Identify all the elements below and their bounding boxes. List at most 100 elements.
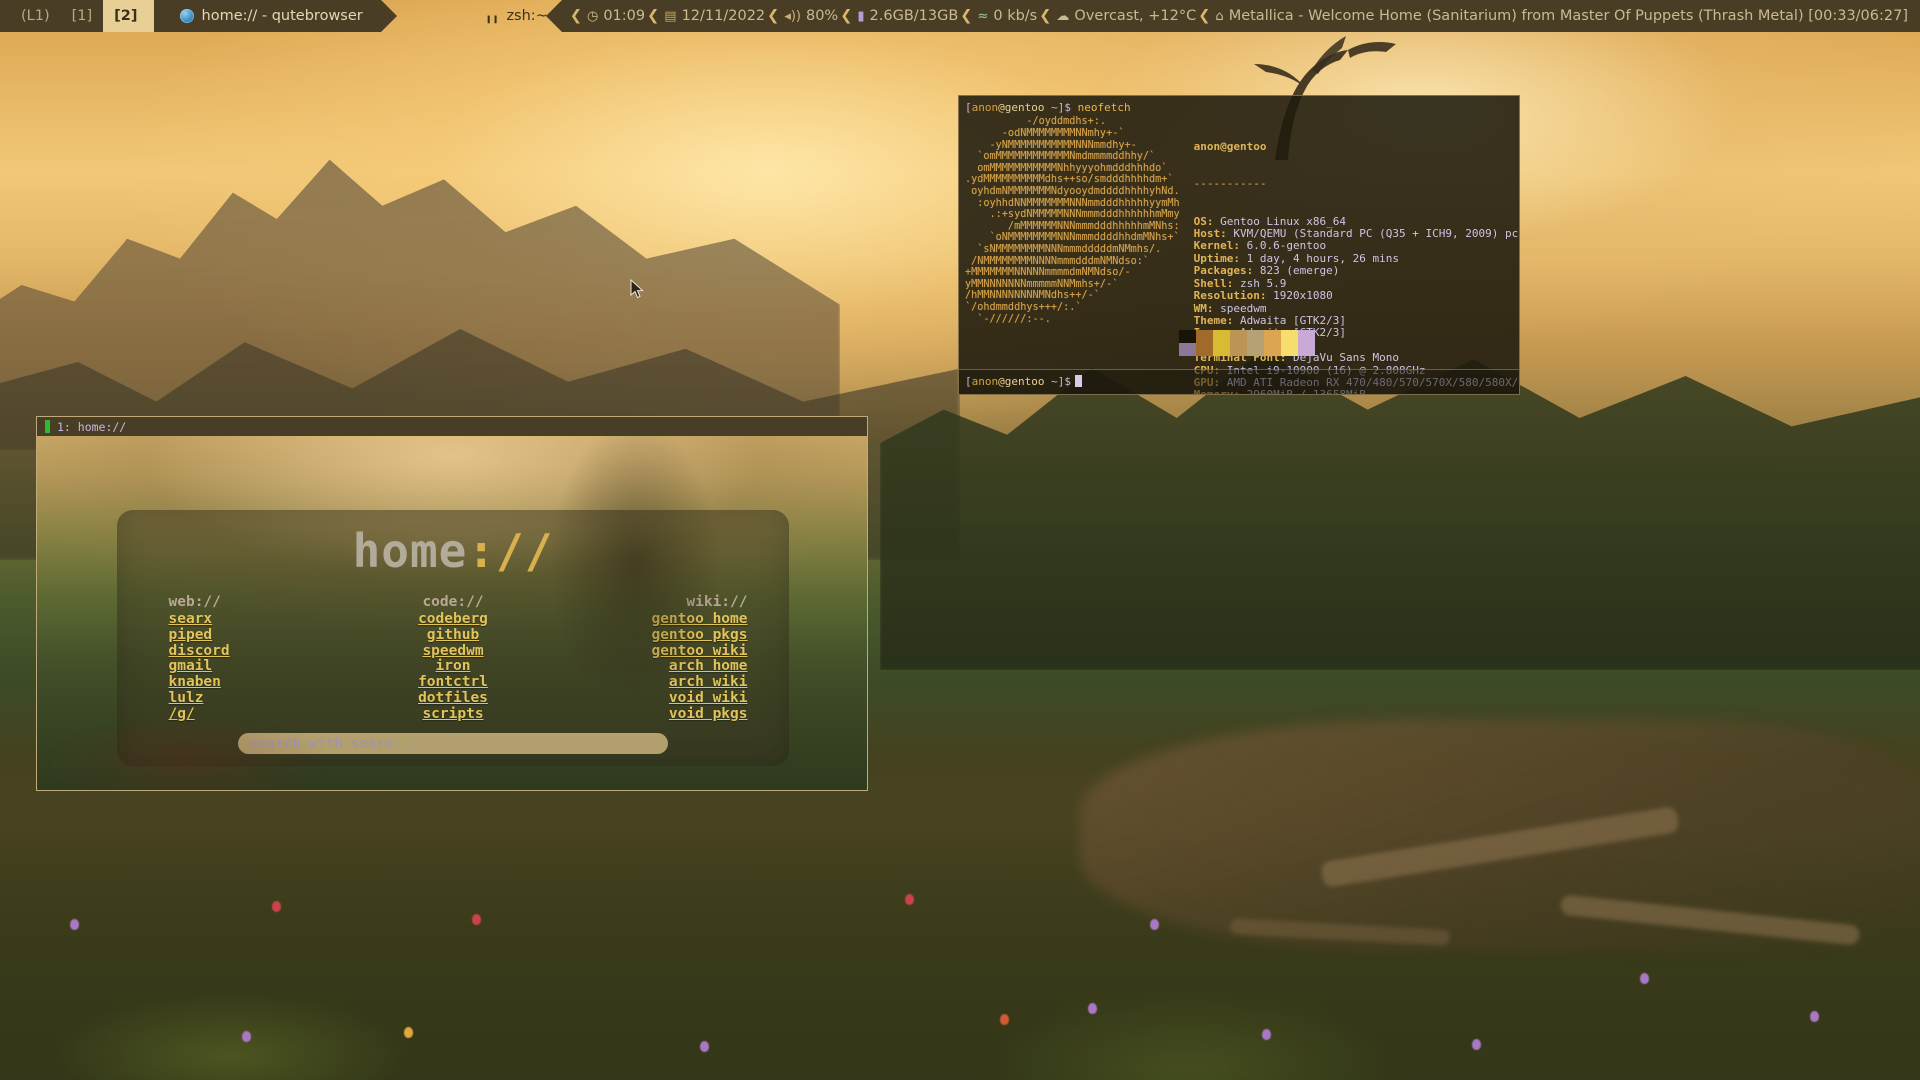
palette-swatch xyxy=(1281,330,1298,343)
info-key: Shell: xyxy=(1193,276,1241,290)
palette-swatch xyxy=(1196,343,1213,356)
palette-swatch xyxy=(1196,330,1213,343)
headphones-icon: ⌂ xyxy=(1215,8,1224,24)
home-link[interactable]: gentoo pkgs xyxy=(591,627,747,644)
info-value: 823 (emerge) xyxy=(1259,264,1340,278)
search-input[interactable] xyxy=(238,733,668,754)
home-link[interactable]: codeberg xyxy=(366,611,541,628)
home-link[interactable]: gentoo home xyxy=(591,611,747,628)
memory-module[interactable]: ▮ 2.6GB/13GB xyxy=(857,8,958,24)
column-links: searx piped discord gmail knaben lulz/g/ xyxy=(169,611,316,723)
tab-label[interactable]: 1: home:// xyxy=(57,420,126,434)
module-separator: ❮ xyxy=(960,8,973,24)
music-module[interactable]: ⌂ Metallica - Welcome Home (Sanitarium) … xyxy=(1215,8,1908,24)
terminal-prompt-line: [anon@gentoo ~]$ neofetch xyxy=(965,101,1513,114)
palette-row-2 xyxy=(1179,343,1315,356)
qutebrowser-window[interactable]: 1: home:// home:// web:// searx piped disc… xyxy=(36,416,868,791)
flower xyxy=(905,894,914,905)
system-status-modules: ❮ ◷ 01:09 ❮ ▤ 12/11/2022 ❮ ◂)) 80% ❮ ▮ 2… xyxy=(545,0,1920,32)
bottom-prompt-user: anon xyxy=(971,374,999,388)
flower xyxy=(1640,973,1649,984)
home-link[interactable]: lulz xyxy=(169,690,316,707)
tag-1[interactable]: [1] xyxy=(61,0,104,32)
cloud-icon: ☁ xyxy=(1056,8,1070,24)
search-area xyxy=(238,733,668,754)
column-links: codeberg github speedwm iron fontctrl dotfile… xyxy=(366,611,541,723)
prompt-user: anon xyxy=(971,101,999,114)
column-web: web:// searx piped discord gmail knaben lulz /… xyxy=(141,594,316,723)
info-key: Theme: xyxy=(1193,313,1241,327)
flower xyxy=(242,1031,251,1042)
module-separator: ❮ xyxy=(1039,8,1052,24)
color-palette xyxy=(1179,330,1315,356)
calendar-icon: ▤ xyxy=(664,8,677,24)
link-columns: web:// searx piped discord gmail knaben lulz /… xyxy=(117,594,789,723)
tab-active-indicator xyxy=(45,420,50,433)
flower xyxy=(700,1041,709,1052)
terminal-command: neofetch xyxy=(1077,101,1131,114)
date-module[interactable]: ▤ 12/11/2022 xyxy=(664,8,765,24)
palette-swatch xyxy=(1264,330,1281,343)
browser-tab-bar[interactable]: 1: home:// xyxy=(37,417,867,436)
info-title: anon@gentoo xyxy=(1193,140,1267,154)
info-key: WM: xyxy=(1193,301,1221,315)
palette-swatch xyxy=(1213,330,1230,343)
home-link[interactable]: knaben xyxy=(169,674,316,691)
flower xyxy=(1088,1003,1097,1014)
home-link[interactable]: arch wiki xyxy=(591,674,748,691)
module-separator: ❮ xyxy=(569,8,582,24)
home-link[interactable]: dotfiles xyxy=(366,690,541,707)
home-link[interactable]: void pkgs xyxy=(591,706,748,723)
palette-swatch xyxy=(1230,343,1247,356)
prompt-bracket: [ xyxy=(965,101,972,114)
flower xyxy=(1472,1039,1481,1050)
tag-2[interactable]: [2] xyxy=(103,0,168,32)
info-value: 1920x1080 xyxy=(1273,289,1333,303)
network-module[interactable]: ≈ 0 kb/s xyxy=(977,8,1037,24)
home-link[interactable]: fontctrl xyxy=(366,674,541,691)
info-value: 1 day, 4 hours, 26 mins xyxy=(1246,251,1399,265)
palette-swatch xyxy=(1179,343,1196,356)
info-value: KVM/QEMU (Standard PC (Q35 + ICH9, 2009)… xyxy=(1233,227,1519,241)
module-separator: ❮ xyxy=(1198,8,1211,24)
palette-swatch xyxy=(1298,330,1315,343)
layout-indicator[interactable]: (L1) xyxy=(10,0,61,32)
palette-swatch xyxy=(1264,343,1281,356)
volume-module[interactable]: ◂)) 80% xyxy=(784,8,838,24)
browser-page-content: home:// web:// searx piped discord gmail kna… xyxy=(37,436,867,790)
column-code: code:// codeberg github speedwm iron fontctr… xyxy=(366,594,541,723)
weather-module[interactable]: ☁ Overcast, +12°C xyxy=(1056,8,1196,24)
home-link[interactable]: github xyxy=(366,627,541,644)
volume-icon: ◂)) xyxy=(784,8,801,24)
bottom-prompt-host: gentoo xyxy=(1004,374,1045,388)
home-link[interactable]: arch home xyxy=(591,659,748,675)
tag-area: (L1) [1] [2] xyxy=(0,0,168,32)
terminal-window-neofetch[interactable]: [anon@gentoo ~]$ neofetch -/oyddmdhs+:. … xyxy=(958,95,1520,395)
memory-icon: ▮ xyxy=(857,8,865,24)
home-link[interactable]: void wiki xyxy=(591,690,748,707)
palette-row-1 xyxy=(1179,330,1315,343)
volume-value: 80% xyxy=(805,8,839,24)
info-value: speedwm xyxy=(1220,301,1267,315)
terminal-bottom-prompt[interactable]: [anon@gentoo ~]$ xyxy=(959,368,1519,394)
home-link[interactable]: gmail xyxy=(169,659,316,675)
palette-swatch xyxy=(1298,343,1315,356)
clock-icon: ◷ xyxy=(586,8,599,24)
home-link[interactable]: searx xyxy=(169,611,316,628)
home-link[interactable]: scripts xyxy=(366,706,541,723)
prompt-at: @ xyxy=(998,101,1005,114)
column-heading: wiki:// xyxy=(686,594,748,610)
gentoo-ascii-logo: -/oyddmdhs+:. -odNMMMMMMMMNNmhy+-` -yNMM… xyxy=(965,116,1180,325)
active-window-title-1[interactable]: home:// - qutebrowser xyxy=(153,0,398,32)
home-link[interactable]: iron xyxy=(366,659,541,675)
clock-module[interactable]: ◷ 01:09 xyxy=(587,8,645,24)
home-link[interactable]: piped xyxy=(169,627,316,644)
mouse-cursor xyxy=(630,279,644,299)
palette-swatch xyxy=(1247,343,1264,356)
flower xyxy=(1150,919,1159,930)
home-link[interactable]: gentoo wiki xyxy=(591,643,747,660)
home-link[interactable]: /g/ xyxy=(169,706,316,723)
info-value: zsh 5.9 xyxy=(1240,276,1287,290)
memory-value: 2.6GB/13GB xyxy=(869,8,959,24)
palette-swatch xyxy=(1230,330,1247,343)
